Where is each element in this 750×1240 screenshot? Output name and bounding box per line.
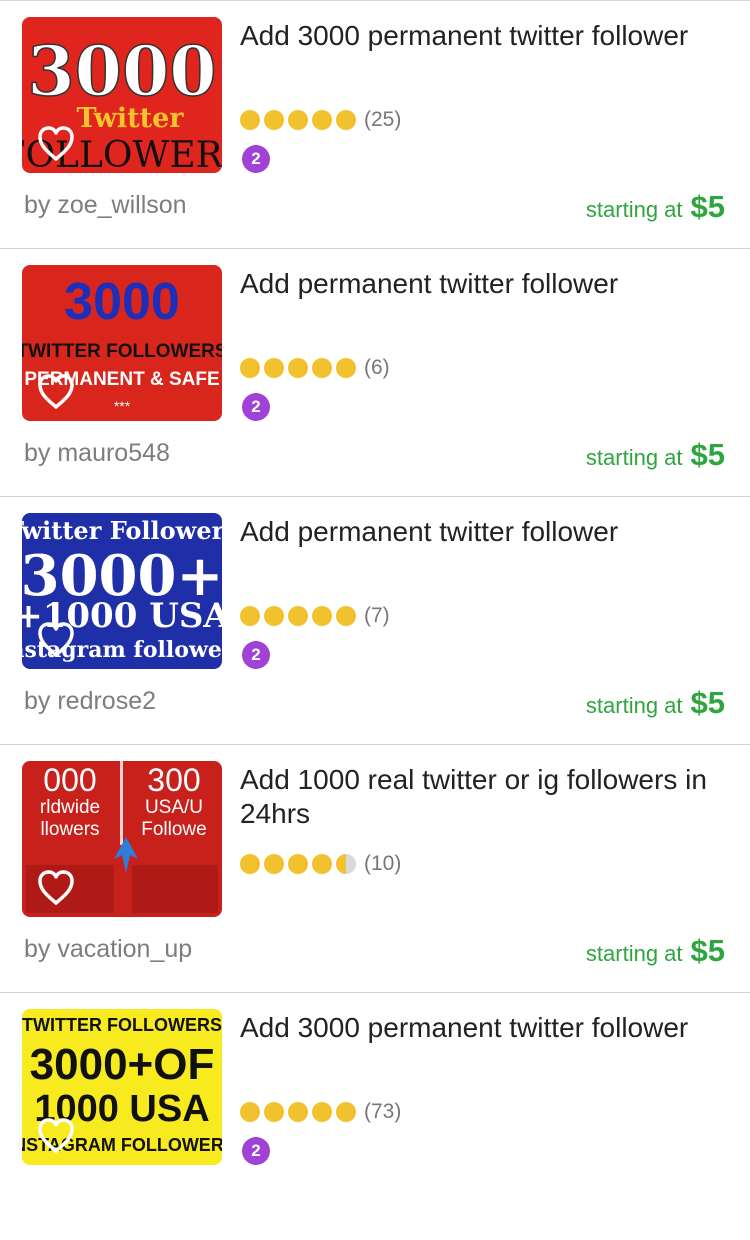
gig-rating: (7)	[240, 601, 390, 631]
star-dot-icon	[264, 854, 284, 874]
gig-image-text: 3000	[64, 273, 180, 331]
star-dot-icon	[336, 854, 356, 874]
gig-image-text: llowers	[40, 819, 99, 840]
rating-stars	[240, 1102, 360, 1122]
seller-name[interactable]: by vacation_up	[24, 935, 192, 964]
seller-level-badge: 2	[242, 1137, 270, 1165]
gig-list: 3000 Twitter FOLLOWERS Add 3000 permanen…	[0, 1, 750, 1240]
star-dot-icon	[288, 854, 308, 874]
star-dot-icon	[264, 358, 284, 378]
gig-price: starting at $5	[586, 437, 725, 473]
price-prefix: starting at	[585, 197, 683, 222]
seller-level-badge: 2	[242, 145, 270, 173]
price-prefix: starting at	[585, 693, 683, 718]
gig-price: starting at $5	[586, 933, 725, 969]
review-count: (73)	[364, 1100, 402, 1123]
star-dot-icon	[336, 110, 356, 130]
gig-card[interactable]: 000 300 rldwide USA/U llowers Followe Ad…	[0, 745, 750, 993]
price-amount: $5	[690, 933, 725, 968]
gig-image-text: Twitter Followers	[22, 516, 222, 545]
seller-level-badge: 2	[242, 641, 270, 669]
star-dot-icon	[336, 358, 356, 378]
gig-price: starting at $5	[586, 189, 725, 225]
gig-image-text: Twitter	[77, 103, 185, 134]
gig-thumbnail[interactable]: 3000 Twitter FOLLOWERS	[22, 17, 222, 173]
gig-rating: (6)	[240, 353, 390, 383]
gig-price: starting at $5	[586, 685, 725, 721]
gig-image-text: 3000	[27, 32, 216, 112]
price-prefix: starting at	[585, 941, 683, 966]
gig-image-text: 300	[147, 762, 200, 798]
gig-image-text: USA/U	[145, 797, 203, 818]
star-dot-icon	[264, 606, 284, 626]
gig-card[interactable]: Twitter Followers 3000+ +1000 USA Instag…	[0, 497, 750, 745]
star-dot-icon	[288, 110, 308, 130]
star-dot-icon	[288, 358, 308, 378]
rating-stars	[240, 358, 360, 378]
star-dot-icon	[288, 606, 308, 626]
heart-outline-icon[interactable]	[36, 125, 76, 163]
star-dot-icon	[240, 606, 260, 626]
star-dot-icon	[312, 1102, 332, 1122]
heart-outline-icon[interactable]	[36, 621, 76, 659]
star-dot-icon	[312, 606, 332, 626]
star-dot-icon	[240, 110, 260, 130]
gig-image-text: TWITTER FOLLOWERS	[22, 341, 222, 362]
gig-rating: (25)	[240, 105, 401, 135]
price-amount: $5	[690, 437, 725, 472]
gig-image-text: TWITTER FOLLOWERS	[22, 1015, 222, 1035]
rating-stars	[240, 110, 360, 130]
gig-thumbnail[interactable]: Twitter Followers 3000+ +1000 USA Instag…	[22, 513, 222, 669]
gig-rating: (10)	[240, 849, 401, 879]
heart-outline-icon[interactable]	[36, 1117, 76, 1155]
gig-card[interactable]: 3000 Twitter FOLLOWERS Add 3000 permanen…	[0, 1, 750, 249]
star-dot-icon	[240, 358, 260, 378]
star-dot-icon	[336, 606, 356, 626]
star-dot-icon	[312, 110, 332, 130]
gig-card[interactable]: TWITTER FOLLOWERS 3000+OF 1000 USA INSTA…	[0, 993, 750, 1240]
seller-name[interactable]: by mauro548	[24, 439, 170, 468]
gig-thumbnail[interactable]: TWITTER FOLLOWERS 3000+OF 1000 USA INSTA…	[22, 1009, 222, 1165]
gig-image-text: 000	[43, 762, 96, 798]
review-count: (6)	[364, 356, 390, 379]
star-dot-icon	[312, 854, 332, 874]
price-amount: $5	[690, 685, 725, 720]
gig-title[interactable]: Add 3000 permanent twitter follower	[240, 1011, 740, 1045]
gig-image-text: 3000+OF	[30, 1040, 215, 1089]
gig-image-text: rldwide	[40, 797, 100, 818]
star-dot-icon	[264, 110, 284, 130]
star-dot-icon	[240, 1102, 260, 1122]
review-count: (7)	[364, 604, 390, 627]
rating-stars	[240, 854, 360, 874]
gig-thumbnail[interactable]: 000 300 rldwide USA/U llowers Followe	[22, 761, 222, 917]
gig-title[interactable]: Add 1000 real twitter or ig followers in…	[240, 763, 740, 831]
gig-rating: (73)	[240, 1097, 401, 1127]
star-dot-icon	[336, 1102, 356, 1122]
heart-outline-icon[interactable]	[36, 869, 76, 907]
gig-title[interactable]: Add permanent twitter follower	[240, 515, 740, 549]
price-amount: $5	[690, 189, 725, 224]
star-dot-icon	[288, 1102, 308, 1122]
review-count: (25)	[364, 108, 402, 131]
gig-image-text: Followe	[141, 819, 206, 840]
seller-level-badge: 2	[242, 393, 270, 421]
rating-stars	[240, 606, 360, 626]
gig-card[interactable]: 3000 TWITTER FOLLOWERS PERMANENT & SAFE …	[0, 249, 750, 497]
seller-name[interactable]: by redrose2	[24, 687, 156, 716]
price-prefix: starting at	[585, 445, 683, 470]
seller-name[interactable]: by zoe_willson	[24, 191, 187, 220]
gig-image-text: ***	[114, 398, 131, 414]
gig-title[interactable]: Add permanent twitter follower	[240, 267, 740, 301]
heart-outline-icon[interactable]	[36, 373, 76, 411]
star-dot-icon	[240, 854, 260, 874]
star-dot-icon	[312, 358, 332, 378]
star-dot-icon	[264, 1102, 284, 1122]
gig-thumbnail[interactable]: 3000 TWITTER FOLLOWERS PERMANENT & SAFE …	[22, 265, 222, 421]
review-count: (10)	[364, 852, 402, 875]
gig-title[interactable]: Add 3000 permanent twitter follower	[240, 19, 740, 53]
